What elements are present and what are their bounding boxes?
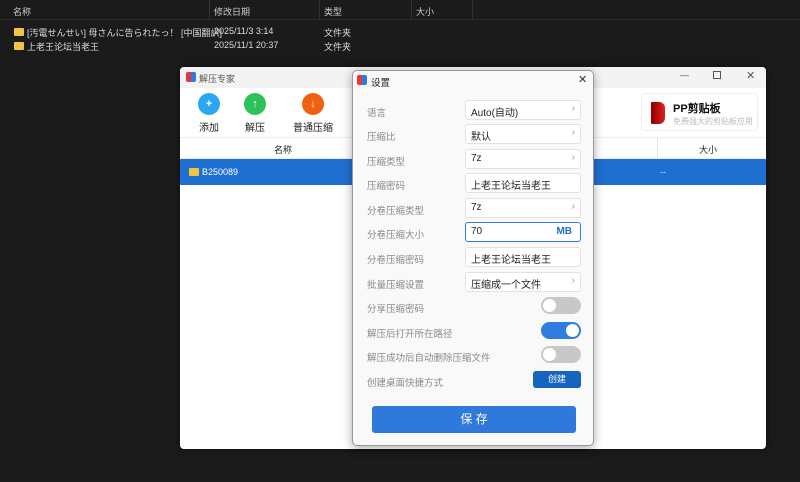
- save-button[interactable]: 保 存: [372, 406, 576, 433]
- open-path-toggle[interactable]: [541, 322, 581, 339]
- extract-icon: ↑: [244, 93, 266, 115]
- chevron-right-icon: ›: [571, 152, 575, 163]
- maximize-button[interactable]: [713, 71, 721, 79]
- batch-compress-select[interactable]: 压缩成一个文件 ›: [465, 272, 581, 292]
- dialog-title: 设置: [371, 78, 391, 89]
- compression-type-select[interactable]: 7z ›: [465, 149, 581, 169]
- pp-clipboard-ad[interactable]: PP剪贴板 免费强大的剪贴板应用: [641, 93, 758, 131]
- chevron-right-icon: ›: [571, 275, 575, 286]
- close-button[interactable]: ✕: [746, 69, 755, 82]
- col-date[interactable]: 修改日期: [214, 5, 250, 18]
- folder-icon: [189, 168, 199, 176]
- col-size[interactable]: 大小: [416, 5, 434, 18]
- create-shortcut-button[interactable]: 创建: [533, 371, 581, 388]
- volume-size-input[interactable]: 70 MB: [465, 222, 581, 242]
- settings-dialog: 设置 ✕ 语言 Auto(自动) › 压缩比 默认 › 压缩类型 7z › 压缩密码 …: [352, 70, 594, 446]
- file-row[interactable]: [汚電せんせい] 母さんに告られたっ！ [中国翻訳] 2025/11/3 3:1…: [0, 25, 480, 39]
- auto-delete-toggle[interactable]: [541, 346, 581, 363]
- language-select[interactable]: Auto(自动) ›: [465, 100, 581, 120]
- password-input[interactable]: 上老王论坛当老王: [465, 173, 581, 193]
- explorer-header: 名称 修改日期 类型 大小: [0, 0, 800, 20]
- col-name[interactable]: 名称: [13, 5, 31, 18]
- pp-logo-icon: [651, 102, 665, 124]
- dialog-close-button[interactable]: ✕: [578, 73, 587, 86]
- header-name[interactable]: 名称: [274, 143, 292, 156]
- header-size[interactable]: 大小: [699, 143, 717, 156]
- compress-button[interactable]: ↓ 普通压缩: [290, 93, 336, 134]
- add-button[interactable]: + 添加: [196, 93, 222, 134]
- compression-ratio-select[interactable]: 默认 ›: [465, 124, 581, 144]
- window-title: 解压专家: [199, 74, 236, 84]
- chevron-right-icon: ›: [571, 103, 575, 114]
- col-type[interactable]: 类型: [324, 5, 342, 18]
- folder-icon: [14, 28, 24, 36]
- add-icon: +: [198, 93, 220, 115]
- volume-password-input[interactable]: 上老王论坛当老王: [465, 247, 581, 267]
- extract-button[interactable]: ↑ 解压: [242, 93, 268, 134]
- share-password-toggle[interactable]: [541, 297, 581, 314]
- chevron-right-icon: ›: [571, 201, 575, 212]
- chevron-right-icon: ›: [571, 127, 575, 138]
- compress-icon: ↓: [302, 93, 324, 115]
- volume-type-select[interactable]: 7z ›: [465, 198, 581, 218]
- minimize-button[interactable]: —: [680, 70, 689, 80]
- file-row[interactable]: 上老王论坛当老王 2025/11/1 20:37 文件夹: [0, 39, 480, 53]
- folder-icon: [14, 42, 24, 50]
- app-logo-icon: [357, 75, 367, 85]
- app-logo-icon: [186, 72, 196, 82]
